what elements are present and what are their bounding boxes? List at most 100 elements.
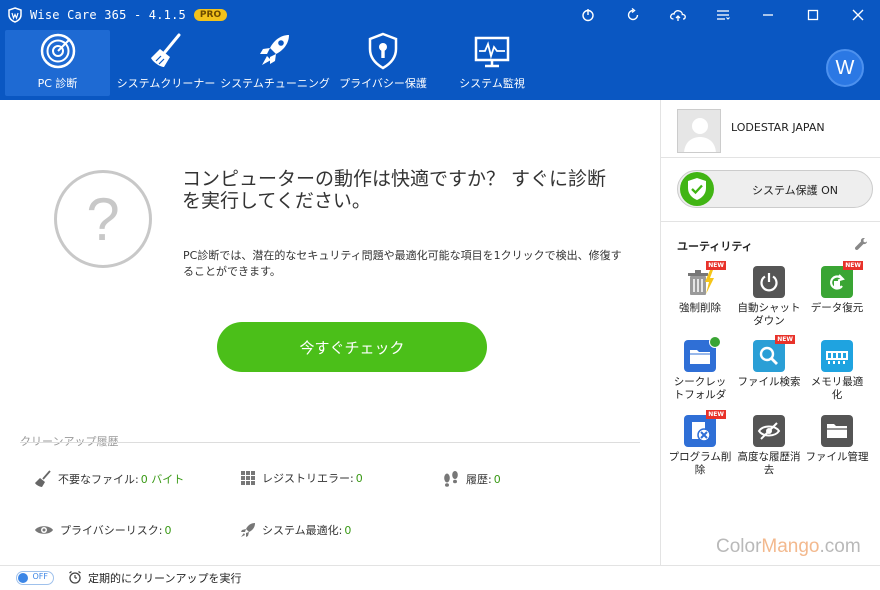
right-sidebar: LODESTAR JAPAN システム保護 ON ユーティリティ NEW 強制削… <box>660 100 880 565</box>
main-nav: PC 診断 システムクリーナー システムチューニング プライバシー保護 システム… <box>0 30 880 100</box>
nav-pc-diagnosis[interactable]: PC 診断 <box>5 30 110 96</box>
nav-system-monitor[interactable]: システム監視 <box>452 30 532 96</box>
system-protection-toggle[interactable]: システム保護 ON <box>677 170 873 208</box>
user-avatar[interactable] <box>677 109 721 153</box>
watermark-part2: Mango <box>761 536 820 557</box>
question-mark-glyph: ? <box>86 185 120 253</box>
util-advanced-history-erase[interactable]: 高度な履歴消去 <box>734 415 804 477</box>
util-file-search[interactable]: NEW ファイル検索 <box>734 335 804 389</box>
nav-privacy-protection[interactable]: プライバシー保護 <box>337 30 429 96</box>
history-junk-files: 不要なファイル: 0 バイト <box>34 470 184 488</box>
account-avatar-letter: W <box>835 56 855 79</box>
util-file-manager[interactable]: ファイル管理 <box>802 415 872 464</box>
scheduled-cleanup-label: 定期的にクリーンアップを実行 <box>88 572 242 585</box>
history-value: 0 <box>164 523 172 537</box>
util-label: メモリ最適化 <box>810 376 864 401</box>
folder-icon <box>821 415 853 447</box>
maximize-icon[interactable] <box>790 0 835 30</box>
util-label: プログラム削除 <box>668 451 732 476</box>
new-badge: NEW <box>706 410 726 419</box>
menu-icon[interactable] <box>700 0 745 30</box>
user-name: LODESTAR JAPAN <box>731 121 825 134</box>
history-registry-errors: レジストリエラー: 0 <box>240 470 363 486</box>
history-label: プライバシーリスク: <box>60 524 163 537</box>
question-mark-icon: ? <box>54 170 152 268</box>
history-label: 不要なファイル: <box>58 473 139 486</box>
footprints-icon <box>444 471 458 487</box>
grid-icon <box>241 471 255 485</box>
user-profile: LODESTAR JAPAN <box>661 100 880 158</box>
broom-small-icon <box>35 470 51 487</box>
cloud-sync-icon[interactable] <box>655 0 700 30</box>
scheduled-cleanup-toggle[interactable]: OFF <box>16 571 54 585</box>
util-force-delete[interactable]: NEW 強制削除 <box>665 261 735 315</box>
upload-badge-icon <box>709 336 721 348</box>
util-data-recovery[interactable]: NEW データ復元 <box>802 261 872 315</box>
nav-label: システムチューニング <box>220 77 330 90</box>
status-bar: OFF 定期的にクリーンアップを実行 <box>0 565 880 590</box>
pro-badge: PRO <box>193 9 228 21</box>
shield-icon <box>367 30 399 70</box>
util-label: 高度な履歴消去 <box>737 451 801 476</box>
memory-chip-icon <box>821 340 853 372</box>
history-divider <box>20 442 640 443</box>
nav-label: PC 診断 <box>37 77 78 90</box>
util-auto-shutdown[interactable]: 自動シャットダウン <box>734 266 804 328</box>
close-icon[interactable] <box>835 0 880 30</box>
trash-lightning-icon: NEW <box>684 261 726 298</box>
app-logo-icon <box>6 6 24 24</box>
utilities-title: ユーティリティ <box>677 240 753 253</box>
main-panel: ? コンピューターの動作は快適ですか？ すぐに診断を実行してください。 PC診断… <box>0 100 660 565</box>
title-bar: Wise Care 365 - 4.1.5 PRO <box>0 0 880 30</box>
util-secret-folder[interactable]: シークレットフォルダ <box>665 336 735 402</box>
toggle-knob <box>18 573 28 583</box>
check-now-button[interactable]: 今すぐチェック <box>217 322 487 372</box>
magnifier-icon: NEW <box>753 335 795 372</box>
recovery-icon: NEW <box>821 261 863 298</box>
app-window: Wise Care 365 - 4.1.5 PRO PC 診断 システムクリーナ… <box>0 0 880 590</box>
protection-section: システム保護 ON <box>661 158 880 222</box>
new-badge: NEW <box>775 335 795 344</box>
history-privacy-risks: プライバシーリスク: 0 <box>34 522 172 538</box>
rocket-small-icon <box>241 523 255 537</box>
shield-check-icon <box>680 172 714 206</box>
alarm-clock-icon <box>68 569 82 588</box>
power-button-icon <box>753 266 785 298</box>
account-avatar[interactable]: W <box>826 49 864 87</box>
history-value: 0 バイト <box>140 473 185 486</box>
new-badge: NEW <box>843 261 863 270</box>
nav-label: システム監視 <box>459 77 525 90</box>
colormango-watermark: ColorMango.com <box>716 536 861 558</box>
util-program-uninstall[interactable]: NEW プログラム削除 <box>665 410 735 477</box>
util-label: データ復元 <box>810 302 864 314</box>
power-icon[interactable] <box>565 0 610 30</box>
eye-icon <box>35 526 53 534</box>
util-label: ファイル管理 <box>805 451 869 463</box>
util-label: ファイル検索 <box>737 376 801 388</box>
history-value: 0 <box>344 523 352 537</box>
radar-icon <box>39 30 77 70</box>
eye-slash-icon <box>753 415 785 447</box>
diagnosis-description: PC診断では、潜在的なセキュリティ問題や最適化可能な項目を1クリックで検出、修復… <box>183 249 622 278</box>
watermark-part1: Color <box>716 536 762 557</box>
uninstall-icon: NEW <box>684 410 726 447</box>
util-memory-optimize[interactable]: メモリ最適化 <box>802 340 872 402</box>
broom-icon <box>148 30 184 70</box>
minimize-icon[interactable] <box>745 0 790 30</box>
history-system-optimization: システム最適化: 0 <box>240 522 351 538</box>
nav-system-cleaner[interactable]: システムクリーナー <box>115 30 217 96</box>
nav-label: プライバシー保護 <box>339 77 427 90</box>
wrench-icon[interactable] <box>854 236 868 255</box>
history-value: 0 <box>493 472 501 486</box>
cleanup-history-title: クリーンアップ履歴 <box>20 435 119 448</box>
util-label: シークレットフォルダ <box>673 376 727 401</box>
monitor-icon <box>473 30 511 70</box>
app-title: Wise Care 365 - 4.1.5 <box>30 8 186 22</box>
history-value: 0 <box>355 471 363 485</box>
secret-folder-icon <box>684 336 721 372</box>
diagnosis-headline: コンピューターの動作は快適ですか？ すぐに診断を実行してください。 <box>182 168 607 212</box>
nav-system-tuning[interactable]: システムチューニング <box>220 30 330 96</box>
history-traces: 履歴: 0 <box>442 470 501 488</box>
nav-label: システムクリーナー <box>116 77 216 90</box>
refresh-icon[interactable] <box>610 0 655 30</box>
